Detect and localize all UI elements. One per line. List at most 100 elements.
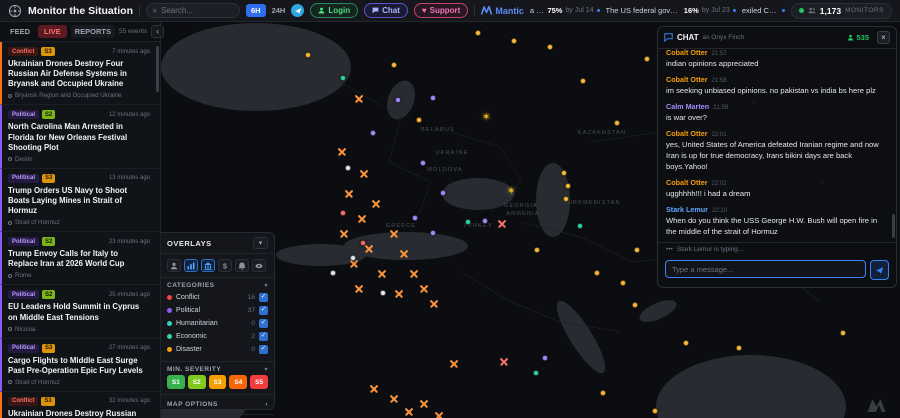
dollar-icon[interactable]: $ (218, 259, 232, 272)
event-marker-icon[interactable] (420, 160, 426, 166)
message-sender[interactable]: Cobalt Otter (666, 49, 708, 57)
event-marker-icon[interactable] (430, 230, 436, 236)
conflict-marker-icon[interactable] (358, 215, 366, 223)
event-marker-icon[interactable] (580, 78, 586, 84)
conflict-marker-icon[interactable] (372, 200, 380, 208)
conflict-marker-icon[interactable] (350, 260, 358, 268)
map-options-row[interactable]: MAP OPTIONS › (161, 395, 274, 414)
event-marker-icon[interactable] (594, 270, 600, 276)
message-sender[interactable]: Cobalt Otter (666, 75, 708, 84)
event-marker-icon[interactable] (412, 215, 418, 221)
event-marker-icon[interactable] (547, 44, 553, 50)
conflict-marker-icon[interactable] (390, 395, 398, 403)
event-marker-icon[interactable] (391, 62, 397, 68)
event-marker-icon[interactable] (736, 345, 742, 351)
event-marker-icon[interactable] (644, 56, 650, 62)
conflict-marker-icon[interactable] (498, 220, 506, 228)
flashpoint-marker-icon[interactable]: ✶ (482, 113, 490, 123)
conflict-marker-icon[interactable] (378, 270, 386, 278)
feed-event-item[interactable]: Political S3 27 minutes ago Cargo Flight… (0, 339, 160, 392)
event-title[interactable]: Ukrainian Drones Destroy Four Russian Ai… (8, 59, 150, 89)
event-marker-icon[interactable] (840, 330, 846, 336)
telegram-icon[interactable] (291, 4, 304, 17)
chat-scrollbar[interactable] (892, 214, 895, 238)
time-range-24h-button[interactable]: 24H (272, 6, 286, 15)
event-marker-icon[interactable] (542, 355, 548, 361)
category-checkbox[interactable]: ✓ (259, 319, 268, 328)
category-checkbox[interactable]: ✓ (259, 306, 268, 315)
event-marker-icon[interactable] (380, 290, 386, 296)
message-sender[interactable]: Cobalt Otter (666, 178, 708, 187)
feed-event-item[interactable]: Conflict S3 7 minutes ago Ukrainian Dron… (0, 42, 160, 105)
login-button[interactable]: Login (310, 3, 358, 18)
time-range-6h-button[interactable]: 6H (246, 4, 266, 17)
event-marker-icon[interactable] (614, 120, 620, 126)
severity-filter-button[interactable]: S5 (250, 375, 268, 389)
severity-filter-button[interactable]: S3 (209, 375, 227, 389)
bell-icon[interactable] (235, 259, 249, 272)
conflict-marker-icon[interactable] (435, 412, 443, 418)
chat-message-input[interactable] (665, 260, 866, 278)
event-marker-icon[interactable] (395, 97, 401, 103)
feed-event-item[interactable]: Political S2 25 minutes ago EU Leaders H… (0, 285, 160, 338)
category-checkbox[interactable]: ✓ (259, 293, 268, 302)
conflict-marker-icon[interactable] (345, 190, 353, 198)
event-marker-icon[interactable] (565, 183, 571, 189)
overlays-collapse-button[interactable]: ▾ (253, 237, 268, 249)
event-marker-icon[interactable] (305, 52, 311, 58)
search-box[interactable] (146, 3, 240, 18)
event-marker-icon[interactable] (652, 408, 658, 414)
conflict-marker-icon[interactable] (400, 250, 408, 258)
message-sender[interactable]: Calm Marten (666, 102, 709, 111)
conflict-marker-icon[interactable] (405, 408, 413, 416)
event-marker-icon[interactable] (511, 38, 517, 44)
feed-list[interactable]: Conflict S3 7 minutes ago Ukrainian Dron… (0, 42, 160, 418)
event-marker-icon[interactable] (482, 218, 488, 224)
event-title[interactable]: Trump Envoy Calls for Italy to Replace I… (8, 249, 150, 269)
conflict-marker-icon[interactable] (370, 385, 378, 393)
event-marker-icon[interactable] (563, 196, 569, 202)
event-marker-icon[interactable] (340, 210, 346, 216)
ticker-item[interactable]: a Strait of Hormuz or surro... 75% by Ju… (530, 6, 600, 15)
mantic-brand[interactable]: Mantic (481, 6, 524, 16)
event-marker-icon[interactable] (600, 390, 606, 396)
severity-filter-button[interactable]: S2 (188, 375, 206, 389)
eye-icon[interactable] (252, 259, 266, 272)
message-sender[interactable]: Cobalt Otter (666, 129, 708, 138)
category-checkbox[interactable]: ✓ (259, 345, 268, 354)
conflict-marker-icon[interactable] (340, 230, 348, 238)
severity-filter-button[interactable]: S1 (167, 375, 185, 389)
feed-event-item[interactable]: Political S2 12 minutes ago North Caroli… (0, 105, 160, 168)
conflict-marker-icon[interactable] (365, 245, 373, 253)
conflict-marker-icon[interactable] (420, 400, 428, 408)
event-marker-icon[interactable] (577, 223, 583, 229)
bank-icon[interactable] (201, 259, 215, 272)
feed-event-item[interactable]: Conflict S3 32 minutes ago Ukrainian Dro… (0, 392, 160, 418)
event-marker-icon[interactable] (465, 219, 471, 225)
conflict-marker-icon[interactable] (360, 170, 368, 178)
event-marker-icon[interactable] (534, 247, 540, 253)
search-input[interactable] (161, 6, 233, 15)
event-marker-icon[interactable] (345, 165, 351, 171)
conflict-marker-icon[interactable] (338, 148, 346, 156)
tab-live[interactable]: LIVE (38, 25, 67, 38)
conflict-marker-icon[interactable] (430, 300, 438, 308)
event-title[interactable]: Ukrainian Drones Destroy Russian FSB Com… (8, 409, 150, 418)
conflict-marker-icon[interactable] (410, 270, 418, 278)
conflict-marker-icon[interactable] (500, 358, 508, 366)
conflict-marker-icon[interactable] (355, 95, 363, 103)
conflict-marker-icon[interactable] (355, 285, 363, 293)
chevron-down-icon[interactable]: ▾ (264, 366, 268, 373)
event-marker-icon[interactable] (430, 95, 436, 101)
collapse-sidebar-button[interactable]: ‹ (151, 25, 164, 38)
conflict-marker-icon[interactable] (450, 360, 458, 368)
event-marker-icon[interactable] (632, 302, 638, 308)
event-marker-icon[interactable] (340, 75, 346, 81)
tab-feed[interactable]: FEED (6, 25, 34, 38)
chevron-down-icon[interactable]: ▾ (264, 282, 268, 289)
feed-event-item[interactable]: Political S3 13 minutes ago Trump Orders… (0, 169, 160, 232)
event-marker-icon[interactable] (620, 280, 626, 286)
category-checkbox[interactable]: ✓ (259, 332, 268, 341)
feed-scrollbar[interactable] (156, 46, 159, 92)
conflict-marker-icon[interactable] (420, 285, 428, 293)
